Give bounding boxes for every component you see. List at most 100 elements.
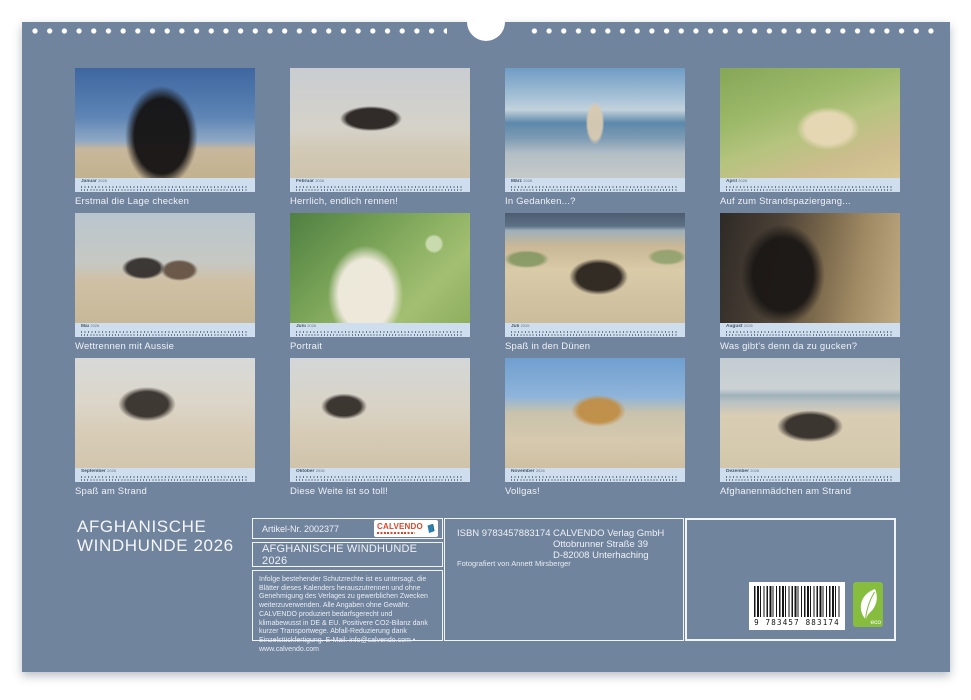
month-caption: In Gedanken...? bbox=[505, 196, 685, 207]
month-caption: Vollgas! bbox=[505, 486, 685, 497]
month-photo bbox=[75, 68, 255, 178]
weekday-row bbox=[296, 331, 463, 333]
month-caption: Erstmal die Lage checken bbox=[75, 196, 255, 207]
month-caption: Auf zum Strandspaziergang... bbox=[720, 196, 900, 207]
ean-barcode: 9 783457 883174 bbox=[749, 582, 845, 630]
barcode-bars bbox=[754, 586, 840, 617]
strip-month-label: März 2026 bbox=[511, 179, 645, 184]
daynumber-row bbox=[511, 189, 678, 191]
weekday-row bbox=[81, 331, 248, 333]
eco-label: eco bbox=[871, 619, 881, 626]
daynumber-row bbox=[511, 334, 678, 336]
barcode-box: 9 783457 883174 eco bbox=[685, 518, 896, 641]
strip-month-label: Juli 2026 bbox=[511, 324, 645, 329]
month-thumb-juli: Juli 2026 Spaß in den Dünen bbox=[505, 213, 685, 352]
strip-month-label: September 2026 bbox=[81, 469, 215, 474]
month-photo bbox=[75, 358, 255, 468]
month-caption: Diese Weite ist so toll! bbox=[290, 486, 470, 497]
month-photo bbox=[290, 213, 470, 323]
month-thumb-mai: Mai 2026 Wettrennen mit Aussie bbox=[75, 213, 255, 352]
strip-month-label: August 2026 bbox=[726, 324, 860, 329]
calendar-back-page: Januar 2026 Erstmal die Lage checken Feb… bbox=[22, 22, 950, 672]
calvendo-logo-text: CALVENDO bbox=[377, 523, 423, 531]
calvendo-book-icon bbox=[426, 522, 435, 535]
barcode-number: 9 783457 883174 bbox=[754, 618, 840, 627]
month-caption: Spaß in den Dünen bbox=[505, 341, 685, 352]
mini-calendar-strip: November 2026 bbox=[505, 468, 685, 482]
daynumber-row bbox=[81, 189, 248, 191]
month-caption: Herrlich, endlich rennen! bbox=[290, 196, 470, 207]
mini-calendar-strip: Mai 2026 bbox=[75, 323, 255, 337]
leaf-icon bbox=[856, 586, 880, 622]
publisher-address: CALVENDO Verlag GmbH Ottobrunner Straße … bbox=[553, 528, 664, 561]
month-photo bbox=[290, 358, 470, 468]
mini-calendar-strip: Februar 2026 bbox=[290, 178, 470, 192]
strip-month-label: Mai 2026 bbox=[81, 324, 215, 329]
weekday-row bbox=[726, 476, 893, 478]
artikel-number: Artikel-Nr. 2002377 bbox=[262, 524, 339, 534]
eco-logo: eco bbox=[853, 582, 883, 627]
legal-box: Infolge bestehender Schutzrechte ist es … bbox=[252, 570, 443, 641]
month-thumb-februar: Februar 2026 Herrlich, endlich rennen! bbox=[290, 68, 470, 207]
weekday-row bbox=[511, 331, 678, 333]
strip-month-label: Dezember 2026 bbox=[726, 469, 860, 474]
month-photo bbox=[505, 68, 685, 178]
weekday-row bbox=[726, 331, 893, 333]
weekday-row bbox=[81, 476, 248, 478]
month-photo bbox=[75, 213, 255, 323]
month-caption: Spaß am Strand bbox=[75, 486, 255, 497]
strip-month-label: Juni 2026 bbox=[296, 324, 430, 329]
mini-calendar-strip: September 2026 bbox=[75, 468, 255, 482]
isbn-text: ISBN 9783457883174 bbox=[457, 528, 551, 539]
month-thumb-november: November 2026 Vollgas! bbox=[505, 358, 685, 497]
month-photo bbox=[290, 68, 470, 178]
month-thumb-maerz: März 2026 In Gedanken...? bbox=[505, 68, 685, 207]
strip-month-label: Januar 2026 bbox=[81, 179, 215, 184]
month-photo bbox=[720, 68, 900, 178]
weekday-row bbox=[726, 186, 893, 188]
mini-calendar-strip: Oktober 2026 bbox=[290, 468, 470, 482]
month-thumb-september: September 2026 Spaß am Strand bbox=[75, 358, 255, 497]
month-caption: Was gibt's denn da zu gucken? bbox=[720, 341, 900, 352]
daynumber-row bbox=[726, 479, 893, 481]
weekday-row bbox=[296, 186, 463, 188]
month-thumb-oktober: Oktober 2026 Diese Weite ist so toll! bbox=[290, 358, 470, 497]
inner-title-box: AFGHANISCHE WINDHUNDE 2026 bbox=[252, 542, 443, 567]
legal-text: Infolge bestehender Schutzrechte ist es … bbox=[259, 576, 428, 653]
month-thumb-april: April 2026 Auf zum Strandspaziergang... bbox=[720, 68, 900, 207]
month-thumb-januar: Januar 2026 Erstmal die Lage checken bbox=[75, 68, 255, 207]
weekday-row bbox=[511, 476, 678, 478]
weekday-row bbox=[511, 186, 678, 188]
month-photo bbox=[505, 358, 685, 468]
mini-calendar-strip: Januar 2026 bbox=[75, 178, 255, 192]
month-caption: Afghanenmädchen am Strand bbox=[720, 486, 900, 497]
mini-calendar-strip: April 2026 bbox=[720, 178, 900, 192]
daynumber-row bbox=[296, 189, 463, 191]
strip-month-label: April 2026 bbox=[726, 179, 860, 184]
daynumber-row bbox=[511, 479, 678, 481]
strip-month-label: November 2026 bbox=[511, 469, 645, 474]
month-caption: Portrait bbox=[290, 341, 470, 352]
calvendo-logo: CALVENDO bbox=[374, 520, 438, 537]
month-thumb-juni: Juni 2026 Portrait bbox=[290, 213, 470, 352]
daynumber-row bbox=[296, 334, 463, 336]
month-photo bbox=[505, 213, 685, 323]
photographer-credit: Fotografiert von Annett Mirsberger bbox=[457, 559, 571, 568]
month-caption: Wettrennen mit Aussie bbox=[75, 341, 255, 352]
weekday-row bbox=[81, 186, 248, 188]
strip-month-label: Februar 2026 bbox=[296, 179, 430, 184]
daynumber-row bbox=[296, 479, 463, 481]
mini-calendar-strip: Juni 2026 bbox=[290, 323, 470, 337]
daynumber-row bbox=[81, 479, 248, 481]
weekday-row bbox=[296, 476, 463, 478]
calendar-title: AFGHANISCHE WINDHUNDE 2026 bbox=[77, 517, 234, 555]
daynumber-row bbox=[726, 334, 893, 336]
strip-month-label: Oktober 2026 bbox=[296, 469, 430, 474]
month-thumb-dezember: Dezember 2026 Afghanenmädchen am Strand bbox=[720, 358, 900, 497]
mini-calendar-strip: Juli 2026 bbox=[505, 323, 685, 337]
calvendo-logo-tagline bbox=[377, 532, 415, 534]
inner-title: AFGHANISCHE WINDHUNDE 2026 bbox=[262, 543, 442, 567]
artikel-box: Artikel-Nr. 2002377 CALVENDO bbox=[252, 518, 443, 539]
month-photo bbox=[720, 213, 900, 323]
hang-hole-icon bbox=[467, 3, 505, 41]
